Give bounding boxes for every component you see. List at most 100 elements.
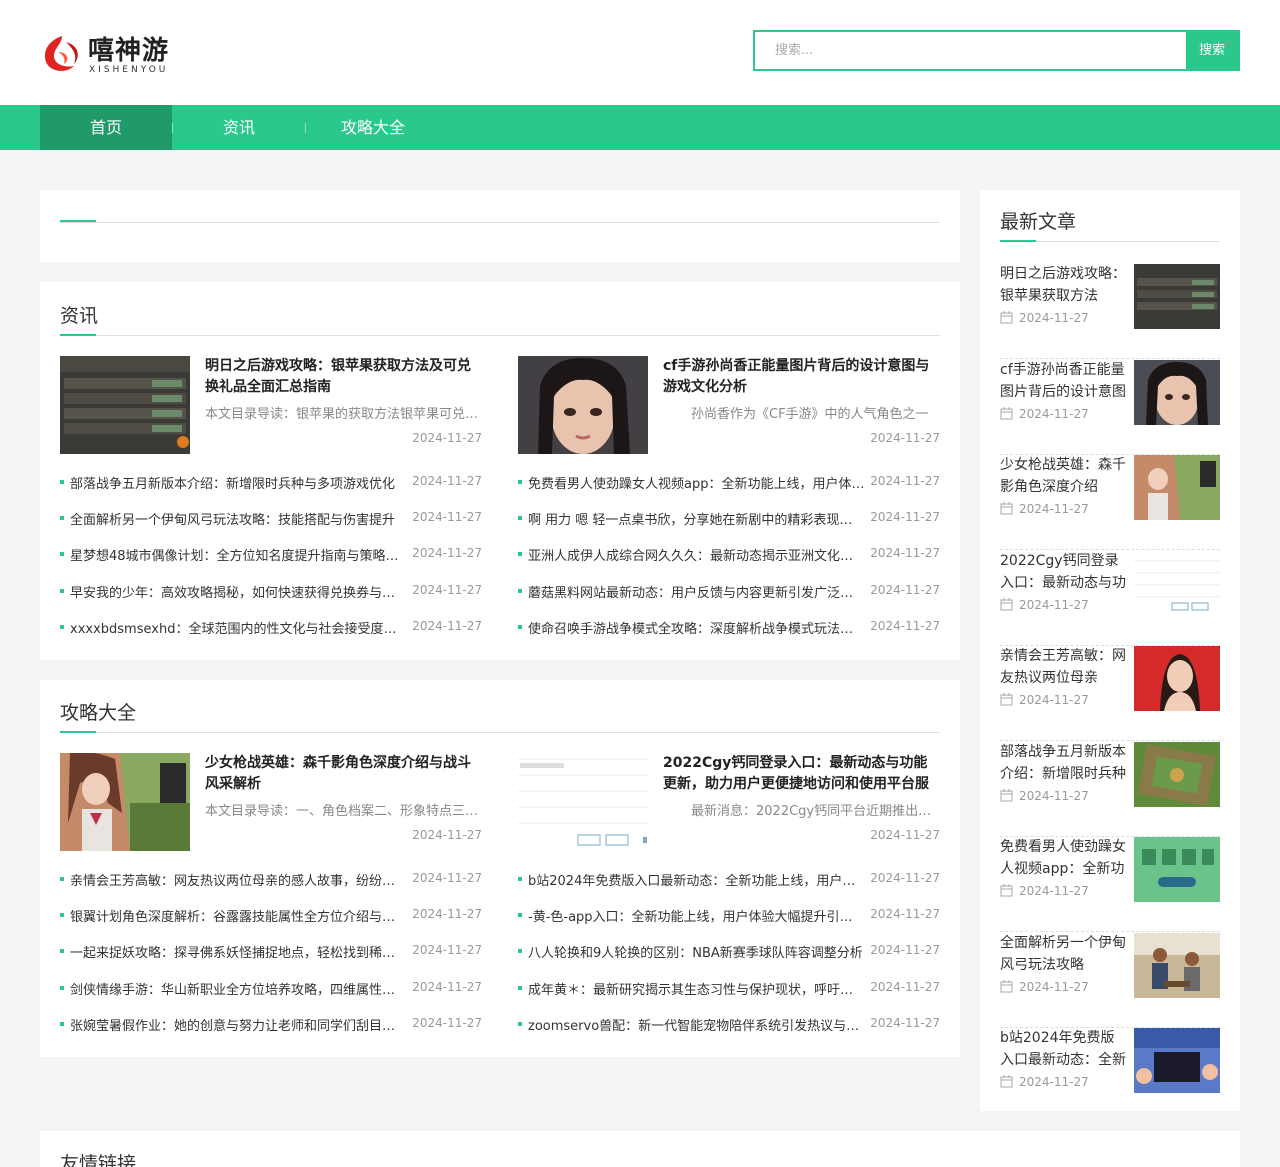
list-item[interactable]: zoomservo兽配：新一代智能宠物陪伴系统引发热议与关注 2024-11-27 [518, 1014, 940, 1034]
sidebar-article[interactable]: 全面解析另一个伊甸风弓玩法攻略 2024-11-27 [1000, 932, 1220, 1028]
bullet-icon [60, 986, 64, 990]
nav-item-news[interactable]: 资讯 [173, 105, 305, 150]
sidebar-article[interactable]: 少女枪战英雄：森千影角色深度介绍 2024-11-27 [1000, 454, 1220, 550]
sidebar-article-date: 2024-11-27 [1019, 693, 1089, 707]
article-thumbnail[interactable] [1134, 264, 1220, 329]
list-item-title[interactable]: 一起来捉妖攻略：探寻佛系妖怪捕捉地点，轻松找到稀有妖怪 [70, 942, 407, 961]
sidebar-article-title[interactable]: 2022Cgy钙同登录入口：最新动态与功能 [1000, 550, 1126, 594]
article-title[interactable]: cf手游孙尚香正能量图片背后的设计意图与游戏文化分析 [663, 356, 940, 398]
article-title[interactable]: 少女枪战英雄：森千影角色深度介绍与战斗风采解析 [205, 753, 482, 795]
article-thumbnail[interactable] [1134, 646, 1220, 711]
sidebar-article-title[interactable]: 部落战争五月新版本介绍：新增限时兵种 [1000, 741, 1126, 785]
sidebar-article-title[interactable]: 亲情会王芳高敏：网友热议两位母亲 [1000, 645, 1126, 689]
list-item[interactable]: 一起来捉妖攻略：探寻佛系妖怪捕捉地点，轻松找到稀有妖怪 2024-11-27 [60, 941, 482, 961]
list-item-title[interactable]: 全面解析另一个伊甸风弓玩法攻略：技能搭配与伤害提升 [70, 509, 407, 528]
sidebar-article[interactable]: cf手游孙尚香正能量图片背后的设计意图 2024-11-27 [1000, 359, 1220, 455]
list-item-title[interactable]: 使命召唤手游战争模式全攻略：深度解析战争模式玩法与技巧 [528, 618, 865, 637]
list-item[interactable]: 亚洲人成伊人成综合网久久久：最新动态揭示亚洲文化新趋势 2024-11-27 [518, 544, 940, 564]
article-date: 2024-11-27 [870, 431, 940, 445]
list-item[interactable]: xxxxbdsmsexhd：全球范围内的性文化与社会接受度探讨 2024-11-2… [60, 617, 482, 637]
article-thumbnail[interactable] [1134, 551, 1220, 616]
list-item[interactable]: 张婉莹暑假作业：她的创意与努力让老师和同学们刮目相看 2024-11-27 [60, 1014, 482, 1034]
article-thumbnail[interactable] [518, 356, 648, 454]
list-item-title[interactable]: 银翼计划角色深度解析：谷露露技能属性全方位介绍与搭配 [70, 906, 407, 925]
list-item[interactable]: 成年黄＊：最新研究揭示其生态习性与保护现状，呼吁关注 2024-11-27 [518, 978, 940, 998]
featured-article[interactable]: cf手游孙尚香正能量图片背后的设计意图与游戏文化分析 孙尚香作为《CF手游》中的… [518, 356, 940, 454]
list-item-title[interactable]: 早安我的少年：高效攻略揭秘，如何快速获得兑换券与奖励 [70, 582, 407, 601]
bullet-icon [518, 986, 522, 990]
sidebar-article-title[interactable]: 免费看男人使劲躁女人视频app：全新功能 [1000, 836, 1126, 880]
sidebar-article-title[interactable]: 少女枪战英雄：森千影角色深度介绍 [1000, 454, 1126, 498]
site-logo[interactable]: 嘻神游 XISHENYOU [40, 28, 180, 78]
list-item-title[interactable]: 八人轮换和9人轮换的区别：NBA新赛季球队阵容调整分析 [528, 942, 865, 961]
sidebar-article[interactable]: 部落战争五月新版本介绍：新增限时兵种 2024-11-27 [1000, 741, 1220, 837]
article-date: 2024-11-27 [870, 828, 940, 842]
sidebar-article-title[interactable]: 明日之后游戏攻略：银苹果获取方法 [1000, 263, 1126, 307]
sidebar-article[interactable]: 明日之后游戏攻略：银苹果获取方法 2024-11-27 [1000, 263, 1220, 359]
nav-item-home[interactable]: 首页 [40, 105, 172, 150]
article-thumbnail[interactable] [60, 753, 190, 851]
featured-article[interactable]: 2022Cgy钙同登录入口：最新动态与功能更新，助力用户更便捷地访问和使用平台服… [518, 753, 940, 851]
sidebar-article[interactable]: 2022Cgy钙同登录入口：最新动态与功能 2024-11-27 [1000, 550, 1220, 646]
divider-line [60, 732, 940, 733]
list-item[interactable]: 使命召唤手游战争模式全攻略：深度解析战争模式玩法与技巧 2024-11-27 [518, 617, 940, 637]
list-item[interactable]: 蘑菇黑料网站最新动态：用户反馈与内容更新引发广泛热议 2024-11-27 [518, 581, 940, 601]
sidebar-article-title[interactable]: cf手游孙尚香正能量图片背后的设计意图 [1000, 359, 1126, 403]
list-item-title[interactable]: 亚洲人成伊人成综合网久久久：最新动态揭示亚洲文化新趋势 [528, 545, 865, 564]
article-title[interactable]: 2022Cgy钙同登录入口：最新动态与功能更新，助力用户更便捷地访问和使用平台服… [663, 753, 940, 795]
nav-item-guides[interactable]: 攻略大全 [306, 105, 440, 150]
calendar-icon [1000, 598, 1013, 611]
article-thumbnail[interactable] [60, 356, 190, 454]
sidebar-article-title[interactable]: 全面解析另一个伊甸风弓玩法攻略 [1000, 932, 1126, 976]
featured-article[interactable]: 明日之后游戏攻略：银苹果获取方法及可兑换礼品全面汇总指南 本文目录导读：银苹果的… [60, 356, 482, 454]
article-thumbnail[interactable] [1134, 1028, 1220, 1093]
list-item[interactable]: b站2024年免费版入口最新动态：全新功能上线，用户体验提升 2024-11-27 [518, 869, 940, 889]
list-item[interactable]: 剑侠情缘手游：华山新职业全方位培养攻略，四维属性解析 2024-11-27 [60, 978, 482, 998]
article-thumbnail[interactable] [518, 753, 648, 851]
list-item-title[interactable]: 啊 用力 嗯 轻一点桌书欣，分享她在新剧中的精彩表现与幕后 [528, 509, 865, 528]
list-item[interactable]: 银翼计划角色深度解析：谷露露技能属性全方位介绍与搭配 2024-11-27 [60, 905, 482, 925]
article-thumbnail[interactable] [1134, 742, 1220, 807]
list-item-title[interactable]: 部落战争五月新版本介绍：新增限时兵种与多项游戏优化 [70, 473, 407, 492]
list-item-title[interactable]: 亲情会王芳高敏：网友热议两位母亲的感人故事，纷纷点赞 [70, 870, 407, 889]
list-item-title[interactable]: 剑侠情缘手游：华山新职业全方位培养攻略，四维属性解析 [70, 979, 407, 998]
article-thumbnail[interactable] [1134, 933, 1220, 998]
list-item-title[interactable]: -黄-色-app入口：全新功能上线，用户体验大幅提升引关注 [528, 906, 865, 925]
list-item-title[interactable]: 张婉莹暑假作业：她的创意与努力让老师和同学们刮目相看 [70, 1015, 407, 1034]
list-item[interactable]: 星梦想48城市偶像计划：全方位知名度提升指南与策略分享 2024-11-27 [60, 544, 482, 564]
calendar-icon [1000, 980, 1013, 993]
list-item-title[interactable]: xxxxbdsmsexhd：全球范围内的性文化与社会接受度探讨 [70, 618, 407, 637]
bullet-icon [518, 949, 522, 953]
divider-accent [60, 334, 96, 336]
article-thumbnail[interactable] [1134, 837, 1220, 902]
list-item-title[interactable]: 成年黄＊：最新研究揭示其生态习性与保护现状，呼吁关注 [528, 979, 865, 998]
article-thumbnail[interactable] [1134, 455, 1220, 520]
bullet-icon [60, 625, 64, 629]
search-button[interactable]: 搜索 [1186, 32, 1238, 69]
list-item-title[interactable]: b站2024年免费版入口最新动态：全新功能上线，用户体验提升 [528, 870, 865, 889]
list-item[interactable]: 八人轮换和9人轮换的区别：NBA新赛季球队阵容调整分析 2024-11-27 [518, 941, 940, 961]
list-item-title[interactable]: 免费看男人使劲躁女人视频app：全新功能上线，用户体验升级 [528, 473, 865, 492]
list-item-title[interactable]: 蘑菇黑料网站最新动态：用户反馈与内容更新引发广泛热议 [528, 582, 865, 601]
article-summary: 本文目录导读：银苹果的获取方法银苹果可兑换礼品汇总 [205, 407, 482, 422]
list-item[interactable]: 早安我的少年：高效攻略揭秘，如何快速获得兑换券与奖励 2024-11-27 [60, 581, 482, 601]
list-item[interactable]: 部落战争五月新版本介绍：新增限时兵种与多项游戏优化 2024-11-27 [60, 472, 482, 492]
list-item-title[interactable]: 星梦想48城市偶像计划：全方位知名度提升指南与策略分享 [70, 545, 407, 564]
sidebar-article[interactable]: 免费看男人使劲躁女人视频app：全新功能 2024-11-27 [1000, 836, 1220, 932]
list-item[interactable]: 亲情会王芳高敏：网友热议两位母亲的感人故事，纷纷点赞 2024-11-27 [60, 869, 482, 889]
list-item[interactable]: 免费看男人使劲躁女人视频app：全新功能上线，用户体验升级 2024-11-27 [518, 472, 940, 492]
list-item[interactable]: 全面解析另一个伊甸风弓玩法攻略：技能搭配与伤害提升 2024-11-27 [60, 508, 482, 528]
list-item-title[interactable]: zoomservo兽配：新一代智能宠物陪伴系统引发热议与关注 [528, 1015, 865, 1034]
list-item[interactable]: -黄-色-app入口：全新功能上线，用户体验大幅提升引关注 2024-11-27 [518, 905, 940, 925]
featured-article[interactable]: 少女枪战英雄：森千影角色深度介绍与战斗风采解析 本文目录导读：一、角色档案二、形… [60, 753, 482, 851]
sidebar-title: 最新文章 [1000, 211, 1077, 233]
sidebar-article-title[interactable]: b站2024年免费版入口最新动态：全新功能 [1000, 1027, 1126, 1071]
list-item[interactable]: 啊 用力 嗯 轻一点桌书欣，分享她在新剧中的精彩表现与幕后 2024-11-27 [518, 508, 940, 528]
sidebar-article[interactable]: 亲情会王芳高敏：网友热议两位母亲 2024-11-27 [1000, 645, 1220, 741]
sidebar-article[interactable]: b站2024年免费版入口最新动态：全新功能 2024-11-27 [1000, 1027, 1220, 1123]
search-input[interactable] [755, 32, 1188, 69]
site-header: 嘻神游 XISHENYOU 搜索 [0, 0, 1280, 105]
article-thumbnail[interactable] [1134, 360, 1220, 425]
list-item-date: 2024-11-27 [412, 510, 482, 524]
article-title[interactable]: 明日之后游戏攻略：银苹果获取方法及可兑换礼品全面汇总指南 [205, 356, 482, 398]
